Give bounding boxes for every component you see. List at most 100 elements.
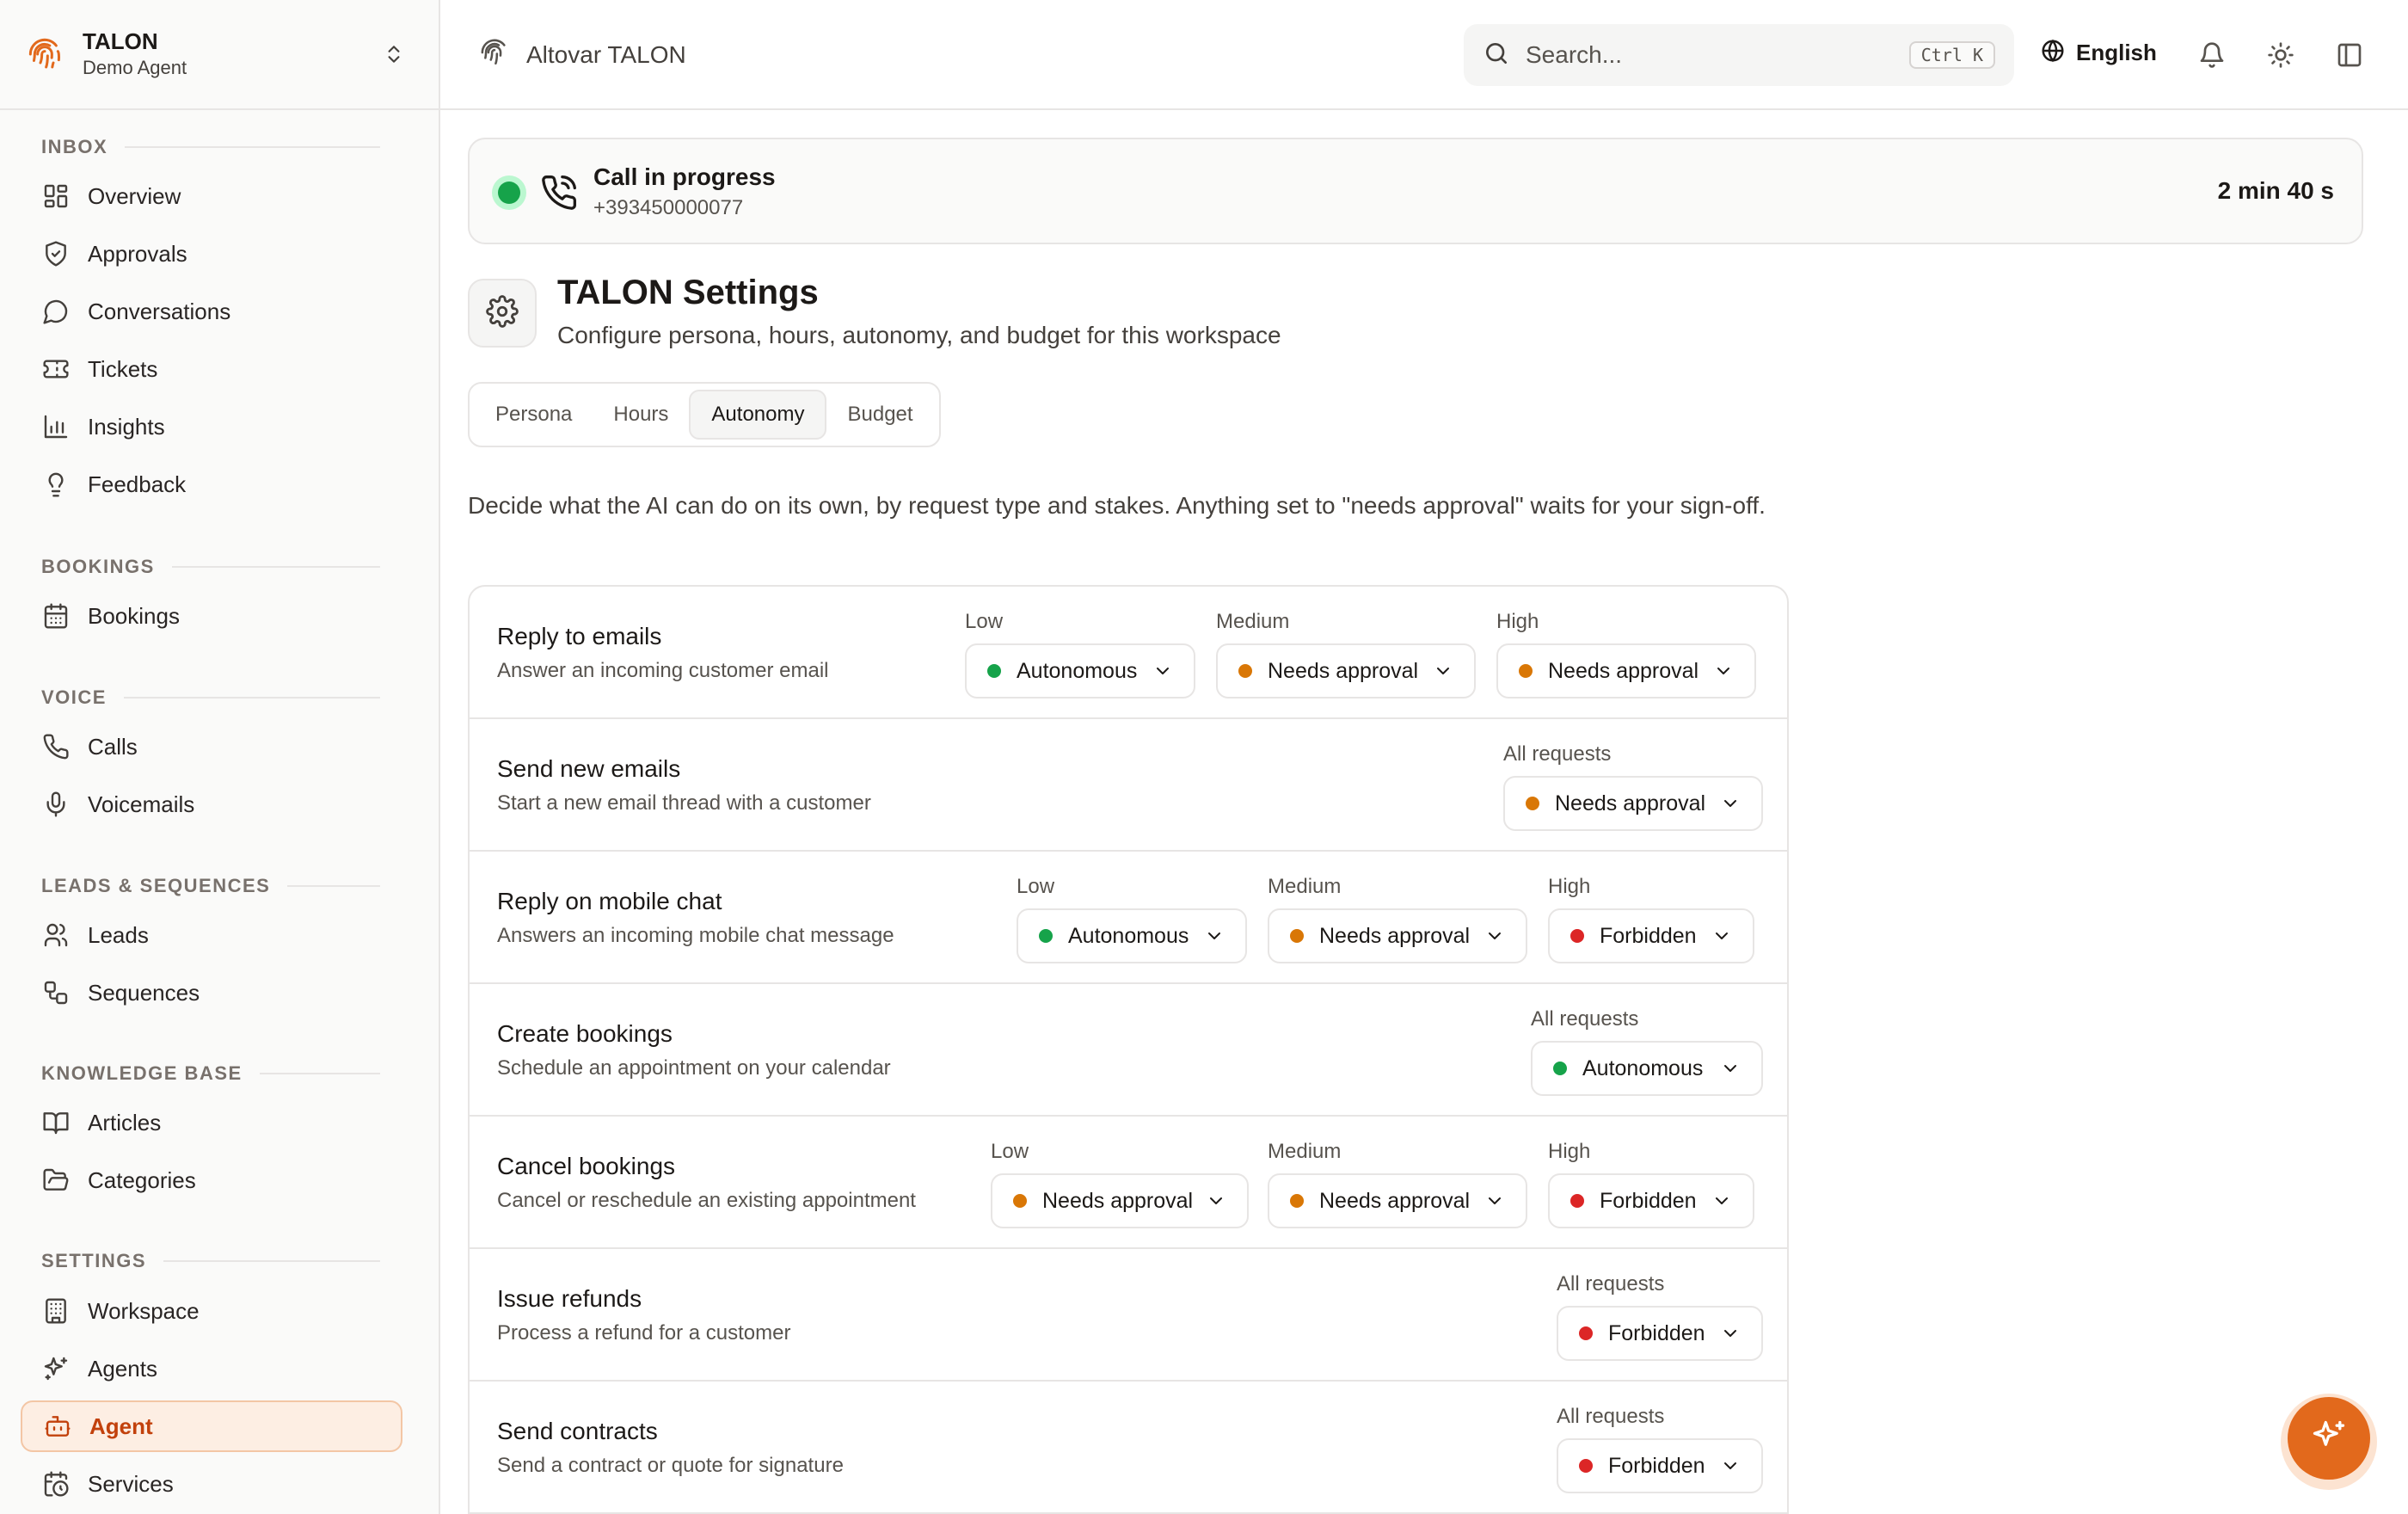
language-selector[interactable]: English xyxy=(2040,38,2157,68)
building-icon xyxy=(41,1296,71,1326)
autonomy-select[interactable]: Needs approval xyxy=(1503,776,1763,831)
stakes-column-low: Low Needs approval xyxy=(991,1139,1249,1228)
tab-autonomy[interactable]: Autonomy xyxy=(689,390,827,440)
sidebar-item-label: Feedback xyxy=(88,471,187,497)
status-dot xyxy=(1526,797,1539,810)
autonomy-select[interactable]: Needs approval xyxy=(1216,643,1476,699)
autonomy-select[interactable]: Forbidden xyxy=(1548,1173,1754,1228)
sidebar-item-services[interactable]: Services xyxy=(21,1458,402,1510)
autonomy-value: Needs approval xyxy=(1042,1188,1194,1213)
chevron-down-icon xyxy=(1484,926,1505,946)
autonomy-select[interactable]: Autonomous xyxy=(965,643,1195,699)
chevron-down-icon xyxy=(1711,926,1732,946)
sidebar-item-insights[interactable]: Insights xyxy=(21,401,402,452)
sidebar-section-title: BOOKINGS xyxy=(41,556,155,577)
sidebar-item-overview[interactable]: Overview xyxy=(21,170,402,222)
search-input[interactable]: Search... Ctrl K xyxy=(1464,24,2014,86)
sidebar-item-tickets[interactable]: Tickets xyxy=(21,343,402,395)
divider xyxy=(287,885,380,887)
sidebar-toggle-icon[interactable] xyxy=(2332,38,2367,72)
autonomy-select[interactable]: Forbidden xyxy=(1557,1438,1763,1493)
sidebar-item-workspace[interactable]: Workspace xyxy=(21,1285,402,1337)
autonomy-select[interactable]: Needs approval xyxy=(1268,908,1527,963)
sidebar-item-label: Insights xyxy=(88,413,165,440)
sidebar-item-sequences[interactable]: Sequences xyxy=(21,967,402,1019)
sidebar-item-bookings[interactable]: Bookings xyxy=(21,590,402,642)
sidebar-item-conversations[interactable]: Conversations xyxy=(21,286,402,337)
sidebar-item-agent[interactable]: Agent xyxy=(21,1400,402,1452)
autonomy-select[interactable]: Forbidden xyxy=(1557,1306,1763,1361)
call-number: +393450000077 xyxy=(593,196,744,219)
sidebar-section-title: INBOX xyxy=(41,136,108,157)
rule-description: Answer an incoming customer email xyxy=(497,659,829,682)
divider xyxy=(259,1073,380,1074)
autonomy-select[interactable]: Forbidden xyxy=(1548,908,1754,963)
stakes-column-medium: Medium Needs approval xyxy=(1268,874,1527,963)
rule-description: Answers an incoming mobile chat message xyxy=(497,924,894,947)
status-dot xyxy=(1570,929,1584,943)
stakes-column-medium: Medium Needs approval xyxy=(1216,609,1476,699)
sidebar-item-calls[interactable]: Calls xyxy=(21,721,402,772)
bar-chart-icon xyxy=(41,412,71,441)
workspace-switcher[interactable]: TALON Demo Agent xyxy=(0,0,439,110)
ticket-icon xyxy=(41,354,71,384)
sidebar-item-agents[interactable]: Agents xyxy=(21,1343,402,1394)
stakes-label: Medium xyxy=(1216,610,1290,633)
tab-budget[interactable]: Budget xyxy=(826,390,933,440)
sidebar-item-categories[interactable]: Categories xyxy=(21,1154,402,1206)
autonomy-select[interactable]: Needs approval xyxy=(991,1173,1249,1228)
autonomy-rule-row: Send new emails Start a new email thread … xyxy=(470,719,1787,852)
stakes-column-all-requests: All requests Needs approval xyxy=(1503,742,1763,831)
sidebar-item-leads[interactable]: Leads xyxy=(21,909,402,961)
tab-hours[interactable]: Hours xyxy=(593,390,689,440)
chevrons-up-down-icon[interactable] xyxy=(377,37,411,71)
stakes-label: All requests xyxy=(1531,1007,1639,1031)
stakes-label: All requests xyxy=(1557,1272,1665,1296)
autonomy-select[interactable]: Needs approval xyxy=(1496,643,1756,699)
autonomy-value: Needs approval xyxy=(1555,791,1706,815)
rule-title: Reply to emails xyxy=(497,623,662,649)
status-dot xyxy=(1290,929,1304,943)
sidebar-item-label: Agent xyxy=(89,1412,153,1439)
sidebar-item-voicemails[interactable]: Voicemails xyxy=(21,779,402,830)
stakes-label: Low xyxy=(965,610,1004,633)
tab-persona[interactable]: Persona xyxy=(475,390,593,440)
sidebar-item-label: Articles xyxy=(88,1109,162,1136)
ai-assistant-button[interactable] xyxy=(2288,1397,2370,1480)
stakes-label: Medium xyxy=(1268,875,1342,898)
sidebar-section-header: KNOWLEDGE BASE xyxy=(41,1061,380,1086)
shield-check-icon xyxy=(41,239,71,268)
calendar-icon xyxy=(41,601,71,631)
sidebar: TALON Demo Agent INBOX Overview Approvals C… xyxy=(0,0,440,1514)
search-shortcut: Ctrl K xyxy=(1908,41,1995,69)
sidebar-item-approvals[interactable]: Approvals xyxy=(21,228,402,280)
sidebar-item-feedback[interactable]: Feedback xyxy=(21,459,402,510)
sidebar-section-header: INBOX xyxy=(41,134,380,160)
sidebar-section-title: VOICE xyxy=(41,686,107,708)
rule-title: Issue refunds xyxy=(497,1285,642,1312)
autonomy-select[interactable]: Needs approval xyxy=(1268,1173,1527,1228)
call-in-progress-banner[interactable]: Call in progress +393450000077 2 min 40 … xyxy=(468,138,2363,244)
sidebar-item-articles[interactable]: Articles xyxy=(21,1097,402,1148)
top-bar: Altovar TALON Search... Ctrl K English xyxy=(440,0,2408,110)
sidebar-item-label: Conversations xyxy=(88,298,231,324)
bell-icon[interactable] xyxy=(2195,38,2229,72)
stakes-column-high: High Forbidden xyxy=(1548,1139,1754,1228)
autonomy-value: Forbidden xyxy=(1608,1453,1705,1478)
chevron-down-icon xyxy=(1720,793,1741,814)
status-dot xyxy=(1519,664,1533,678)
sidebar-item-label: Tickets xyxy=(88,355,158,382)
status-dot xyxy=(1570,1194,1584,1208)
rule-description: Process a refund for a customer xyxy=(497,1321,791,1345)
status-dot xyxy=(987,664,1001,678)
rule-title: Reply on mobile chat xyxy=(497,888,722,914)
chevron-down-icon xyxy=(1713,661,1734,681)
sun-icon[interactable] xyxy=(2264,38,2298,72)
call-duration: 2 min 40 s xyxy=(2217,177,2334,204)
autonomy-value: Forbidden xyxy=(1600,1188,1697,1213)
autonomy-select[interactable]: Autonomous xyxy=(1017,908,1247,963)
autonomy-select[interactable]: Autonomous xyxy=(1531,1041,1763,1096)
rule-title: Cancel bookings xyxy=(497,1153,676,1179)
stakes-column-low: Low Autonomous xyxy=(1017,874,1247,963)
status-dot xyxy=(498,182,520,204)
